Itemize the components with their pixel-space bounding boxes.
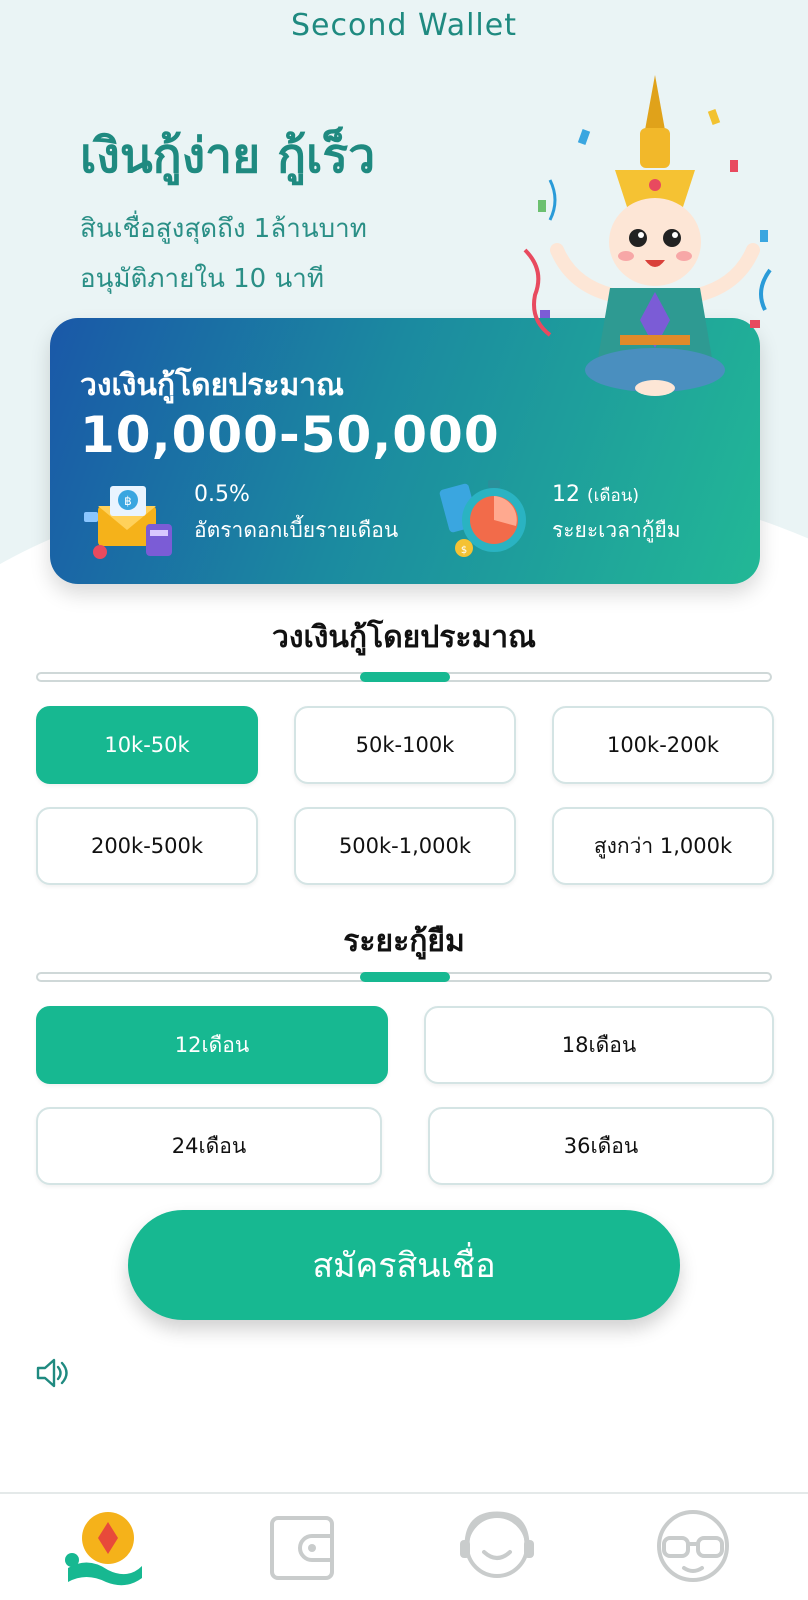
hero-headline: เงินกู้ง่าย กู้เร็ว [80,128,376,184]
amount-option-100k-200k[interactable]: 100k-200k [552,706,774,784]
apply-loan-button[interactable]: สมัครสินเชื่อ [128,1210,680,1320]
wallet-icon[interactable] [258,1508,348,1588]
svg-text:฿: ฿ [124,494,132,508]
amount-option-500k-1000k[interactable]: 500k-1,000k [294,807,516,885]
term-section-title: ระยะกู้ยืม [343,924,465,959]
interest-rate-value: 0.5% [194,482,250,507]
amount-option-10k-50k[interactable]: 10k-50k [36,706,258,784]
profile-glasses-icon[interactable] [648,1508,738,1588]
term-option-18-months[interactable]: 18เดือน [424,1006,774,1084]
amount-slider-track[interactable] [36,672,772,682]
mascot-illustration [523,75,772,396]
term-slider-thumb[interactable] [360,972,450,982]
customer-service-icon[interactable] [452,1508,542,1588]
loan-term-value: 12 [552,482,580,507]
card-loan-amount: 10,000-50,000 [80,406,500,464]
term-option-24-months[interactable]: 24เดือน [36,1107,382,1185]
speaker-icon[interactable] [34,1356,68,1390]
loan-term-value-wrap: 12 (เดือน) [552,482,639,509]
amount-slider-thumb[interactable] [360,672,450,682]
amount-option-over-1000k[interactable]: สูงกว่า 1,000k [552,807,774,885]
interest-rate-icon: ฿ [84,486,172,559]
term-option-36-months[interactable]: 36เดือน [428,1107,774,1185]
amount-option-50k-100k[interactable]: 50k-100k [294,706,516,784]
bottom-nav [0,1492,808,1600]
hero-subline-approval-time: อนุมัติภายใน 10 นาที [80,264,324,294]
loan-term-unit: (เดือน) [587,486,639,506]
term-slider-track[interactable] [36,972,772,982]
card-loan-label: วงเงินกู้โดยประมาณ [80,368,344,403]
loan-term-label: ระยะเวลากู้ยืม [552,518,681,542]
loan-term-icon: $ [439,480,526,557]
svg-text:$: $ [461,545,467,556]
hero-subline-max-loan: สินเชื่อสูงสุดถึง 1ล้านบาท [80,214,367,244]
interest-rate-label: อัตราดอกเบี้ยรายเดือน [194,518,399,542]
app-title: Second Wallet [291,8,517,43]
amount-section-title: วงเงินกู้โดยประมาณ [272,620,536,655]
term-option-12-months[interactable]: 12เดือน [36,1006,388,1084]
home-loan-icon[interactable] [60,1508,150,1588]
amount-option-200k-500k[interactable]: 200k-500k [36,807,258,885]
